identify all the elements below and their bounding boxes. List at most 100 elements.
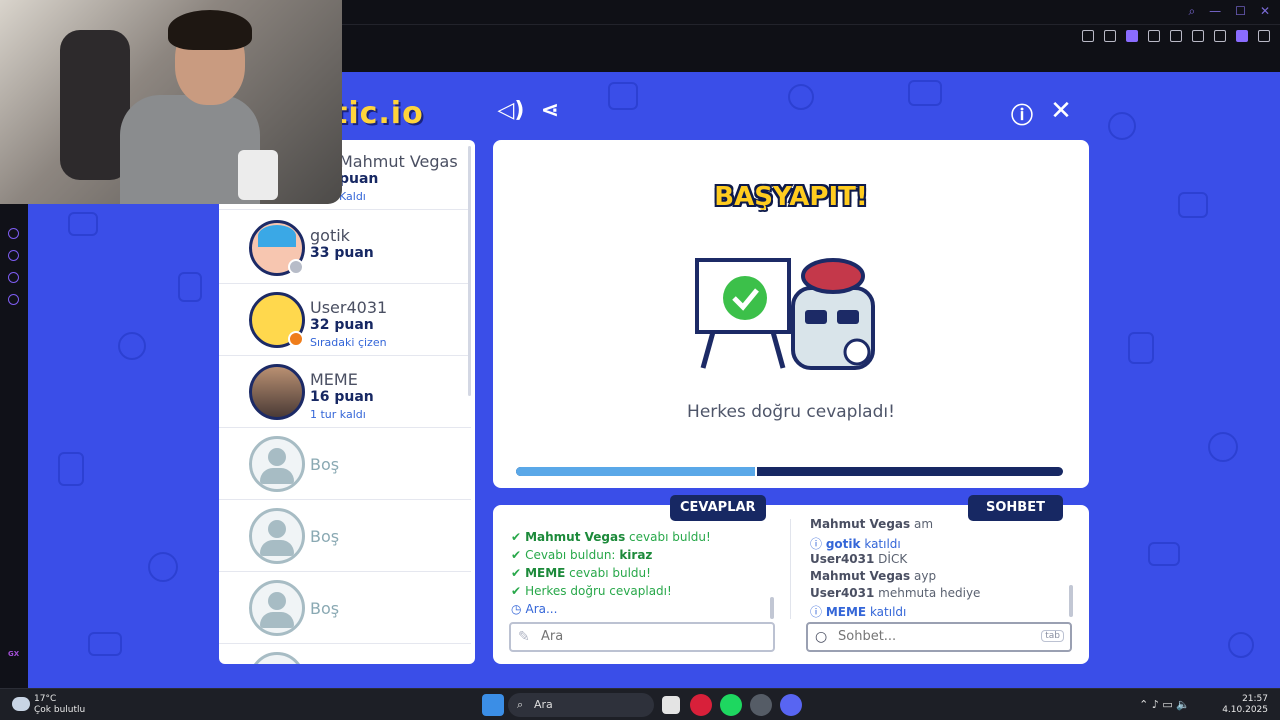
player-note: Sıradaki çizen bbox=[310, 336, 387, 349]
extensions-icon[interactable] bbox=[1192, 30, 1204, 42]
close-window-button[interactable]: ✕ bbox=[1260, 4, 1270, 19]
sidebar-settings-icon[interactable] bbox=[8, 294, 19, 305]
chat-bubble-icon: ○ bbox=[815, 629, 828, 645]
answers-scrollbar[interactable] bbox=[770, 597, 774, 619]
search-icon[interactable]: ⌕ bbox=[1188, 4, 1195, 19]
tab-chat[interactable]: SOHBET bbox=[968, 495, 1063, 521]
sound-icon[interactable]: ◁) bbox=[496, 98, 526, 123]
tab-answers[interactable]: CEVAPLAR bbox=[670, 495, 766, 521]
close-icon[interactable]: ✕ bbox=[1046, 96, 1076, 126]
check-icon: ✔ bbox=[511, 530, 522, 544]
avatar bbox=[249, 292, 305, 348]
player-score: puan bbox=[339, 171, 379, 187]
gx-logo: GX bbox=[8, 650, 20, 658]
answer-input-box[interactable]: ✎ bbox=[509, 622, 775, 652]
maximize-button[interactable]: ☐ bbox=[1235, 4, 1246, 19]
clock-icon: ◷ bbox=[511, 602, 522, 616]
windows-taskbar: 17°C Çok bulutlu ⌕ Ara ⌃ ♪ ▭ 🔈 21:57 4.10.… bbox=[0, 688, 1280, 720]
player-name: gotik bbox=[310, 226, 350, 245]
sidebar-messenger-icon[interactable] bbox=[8, 228, 19, 239]
chat-input[interactable] bbox=[838, 629, 1018, 644]
avatar bbox=[249, 364, 305, 420]
empty-slot-label: Boş bbox=[310, 455, 340, 474]
answer-line: ✔ Herkes doğru cevapladı! bbox=[511, 584, 672, 598]
webcam-overlay bbox=[0, 0, 342, 204]
weather-icon[interactable] bbox=[12, 697, 30, 711]
player-row: User4031 32 puan Sıradaki çizen bbox=[219, 284, 471, 356]
pencil-icon: ✎ bbox=[518, 629, 530, 645]
weather-widget[interactable]: 17°C Çok bulutlu bbox=[34, 694, 85, 716]
player-list: Mahmut Vegas puan Kaldı gotik 33 puan Us… bbox=[219, 140, 475, 664]
play-icon[interactable] bbox=[1148, 30, 1160, 42]
info-icon[interactable]: ⓘ bbox=[1007, 98, 1037, 130]
answer-line: ◷ Ara... bbox=[511, 602, 558, 616]
pin-icon[interactable] bbox=[1082, 30, 1094, 42]
chat-line: Mahmut Vegas am bbox=[810, 517, 934, 531]
taskbar-clock[interactable]: 21:57 4.10.2025 bbox=[1222, 694, 1268, 716]
status-dot bbox=[288, 331, 304, 347]
empty-slot-label: Boş bbox=[310, 527, 340, 546]
empty-avatar-icon bbox=[249, 652, 305, 664]
taskbar-search[interactable]: ⌕ Ara bbox=[508, 693, 654, 717]
round-result-text: Herkes doğru cevapladı! bbox=[687, 402, 895, 422]
avatar bbox=[249, 220, 305, 276]
spotify-icon[interactable] bbox=[720, 694, 742, 716]
profile-icon[interactable] bbox=[1236, 30, 1248, 42]
panel-divider bbox=[790, 519, 791, 619]
answers-chat-panel: ✔ Mahmut Vegas cevabı buldu! ✔ Cevabı buld… bbox=[493, 505, 1089, 664]
round-progress-bar bbox=[516, 467, 1063, 476]
player-score: 16 puan bbox=[310, 389, 374, 405]
empty-slot-label: Boş bbox=[310, 599, 340, 618]
menu-icon[interactable] bbox=[1258, 30, 1270, 42]
player-row: MEME 16 puan 1 tur kaldı bbox=[219, 356, 471, 428]
empty-avatar-icon bbox=[249, 580, 305, 636]
masterpiece-illustration bbox=[695, 258, 875, 370]
browser-toolbar bbox=[1082, 30, 1270, 42]
sidebar-pin-icon[interactable] bbox=[8, 272, 19, 283]
sidebar-history-icon[interactable] bbox=[8, 250, 19, 261]
player-score: 33 puan bbox=[310, 245, 374, 261]
answer-input[interactable] bbox=[541, 629, 721, 644]
drawing-canvas[interactable]: BAŞYAPIT! Herkes doğru cevapladı! bbox=[493, 140, 1089, 488]
answer-line: ✔ Mahmut Vegas cevabı buldu! bbox=[511, 530, 711, 544]
chat-line: ⓘ gotik katıldı bbox=[810, 537, 901, 551]
empty-avatar-icon bbox=[249, 508, 305, 564]
chat-input-box[interactable]: ○ tab bbox=[806, 622, 1072, 652]
discord-icon[interactable] bbox=[780, 694, 802, 716]
share-icon[interactable]: ⋖ bbox=[535, 98, 565, 123]
window-controls: ⌕ — ☐ ✕ bbox=[1188, 4, 1270, 19]
webcam-hair bbox=[168, 10, 252, 50]
masterpiece-title: BAŞYAPIT! bbox=[714, 182, 868, 212]
empty-slot: Boş bbox=[219, 428, 471, 500]
webcam-mic bbox=[238, 150, 278, 200]
player-name: MEME bbox=[310, 370, 358, 389]
empty-slot: Boş bbox=[219, 572, 471, 644]
player-note: 1 tur kaldı bbox=[310, 408, 366, 421]
chat-line: User4031 mehmuta hediye bbox=[810, 586, 981, 600]
search-icon: ⌕ bbox=[517, 698, 524, 711]
start-button[interactable] bbox=[482, 694, 504, 716]
topbar-divider bbox=[340, 24, 1280, 25]
empty-slot: Boş bbox=[219, 500, 471, 572]
check-icon: ✔ bbox=[511, 548, 522, 562]
chat-line: ⓘ MEME katıldı bbox=[810, 605, 907, 619]
heart-icon[interactable] bbox=[1170, 30, 1182, 42]
task-view-icon[interactable] bbox=[662, 696, 680, 714]
tab-key-hint: tab bbox=[1041, 630, 1064, 642]
status-dot bbox=[288, 259, 304, 275]
check-icon: ✔ bbox=[511, 566, 522, 580]
tray-icons[interactable]: ⌃ ♪ ▭ 🔈 bbox=[1139, 698, 1190, 711]
player-note: Kaldı bbox=[339, 190, 366, 203]
download-icon[interactable] bbox=[1214, 30, 1226, 42]
empty-avatar-icon bbox=[249, 436, 305, 492]
check-icon: ✔ bbox=[511, 584, 522, 598]
player-name: User4031 bbox=[310, 298, 388, 317]
player-list-scrollbar[interactable] bbox=[468, 146, 471, 396]
steam-icon[interactable] bbox=[750, 694, 772, 716]
opera-gx-icon[interactable] bbox=[690, 694, 712, 716]
shield-icon[interactable] bbox=[1126, 30, 1138, 42]
snapshot-icon[interactable] bbox=[1104, 30, 1116, 42]
answer-line: ✔ MEME cevabı buldu! bbox=[511, 566, 651, 580]
minimize-button[interactable]: — bbox=[1209, 4, 1221, 19]
chat-scrollbar[interactable] bbox=[1069, 585, 1073, 617]
